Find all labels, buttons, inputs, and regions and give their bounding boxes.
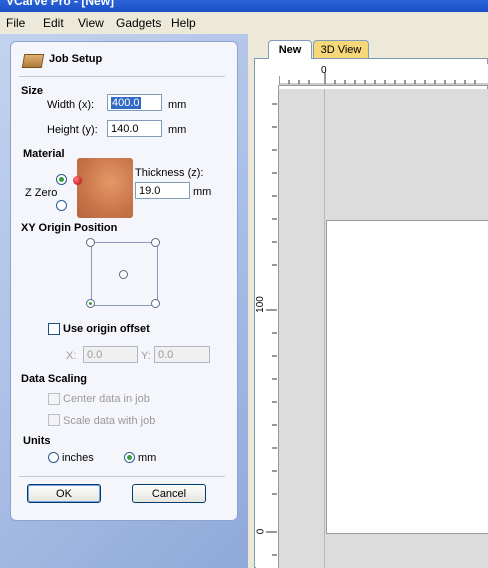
origin-bottom-left[interactable] <box>86 299 95 308</box>
canvas-left-guide <box>279 89 325 568</box>
panel-title: Job Setup <box>49 53 103 65</box>
height-label: Height (y): <box>47 124 98 136</box>
xy-origin-heading: XY Origin Position <box>21 222 118 234</box>
job-material-area[interactable] <box>326 220 488 534</box>
offset-x-label: X: <box>66 350 77 362</box>
job-setup-icon <box>21 54 45 68</box>
width-input[interactable]: 400.0 <box>107 94 162 111</box>
material-block-image <box>77 158 133 218</box>
horizontal-ruler: 0 <box>279 64 488 86</box>
size-heading: Size <box>21 85 44 97</box>
width-label: Width (x): <box>47 99 95 111</box>
menu-edit[interactable]: Edit <box>43 16 64 30</box>
origin-center[interactable] <box>119 270 128 279</box>
ruler-left-label-0: 0 <box>255 528 267 535</box>
offset-y-input[interactable]: 0.0 <box>154 346 210 363</box>
ruler-left-label-100: 100 <box>254 296 266 313</box>
width-unit: mm <box>168 99 187 111</box>
ruler-top-zero-label: 0 <box>321 65 327 76</box>
units-heading: Units <box>23 435 51 447</box>
tab-3d-view[interactable]: 3D View <box>313 40 369 59</box>
thickness-input[interactable]: 19.0 <box>135 182 190 199</box>
offset-y-label: Y: <box>141 350 151 362</box>
material-heading: Material <box>23 148 65 160</box>
scale-data-label: Scale data with job <box>63 415 156 427</box>
height-unit: mm <box>168 124 187 136</box>
units-mm-radio[interactable] <box>124 452 135 463</box>
origin-bottom-right[interactable] <box>151 299 160 308</box>
menu-gadgets[interactable]: Gadgets <box>116 16 161 30</box>
cancel-button[interactable]: Cancel <box>132 484 206 503</box>
horizontal-ruler-ticks <box>279 72 488 85</box>
menu-file[interactable]: File <box>6 16 25 30</box>
center-data-checkbox[interactable] <box>48 393 60 405</box>
ok-button[interactable]: OK <box>27 484 101 503</box>
offset-x-input[interactable]: 0.0 <box>83 346 138 363</box>
width-value: 400.0 <box>111 97 141 109</box>
z-zero-marker <box>73 176 82 185</box>
height-input[interactable]: 140.0 <box>107 120 162 137</box>
vertical-ruler-ticks <box>266 103 277 556</box>
z-zero-top-radio[interactable] <box>56 174 67 185</box>
menu-help[interactable]: Help <box>171 16 196 30</box>
thickness-unit: mm <box>193 186 212 198</box>
separator <box>19 76 225 77</box>
units-mm-label: mm <box>138 452 157 464</box>
window-title: VCarve Pro - [New] <box>6 0 115 8</box>
units-inches-radio[interactable] <box>48 452 59 463</box>
scale-data-checkbox[interactable] <box>48 414 60 426</box>
job-setup-panel: Job Setup Size Width (x): 400.0 mm Heigh… <box>10 41 238 521</box>
origin-top-left[interactable] <box>86 238 95 247</box>
z-zero-bottom-radio[interactable] <box>56 200 67 211</box>
center-data-label: Center data in job <box>63 393 150 405</box>
menu-bar: File Edit View Gadgets Help <box>0 12 488 35</box>
menu-view[interactable]: View <box>78 16 104 30</box>
use-origin-offset-label: Use origin offset <box>63 323 150 335</box>
tab-new[interactable]: New <box>268 40 312 59</box>
units-inches-label: inches <box>62 452 94 464</box>
title-bar: VCarve Pro - [New] <box>0 0 488 12</box>
origin-top-right[interactable] <box>151 238 160 247</box>
separator <box>19 476 225 477</box>
data-scaling-heading: Data Scaling <box>21 373 88 385</box>
use-origin-offset-checkbox[interactable] <box>48 323 60 335</box>
z-zero-label: Z Zero <box>25 187 58 199</box>
thickness-label: Thickness (z): <box>135 167 204 179</box>
vertical-ruler: 100 0 <box>254 85 279 568</box>
